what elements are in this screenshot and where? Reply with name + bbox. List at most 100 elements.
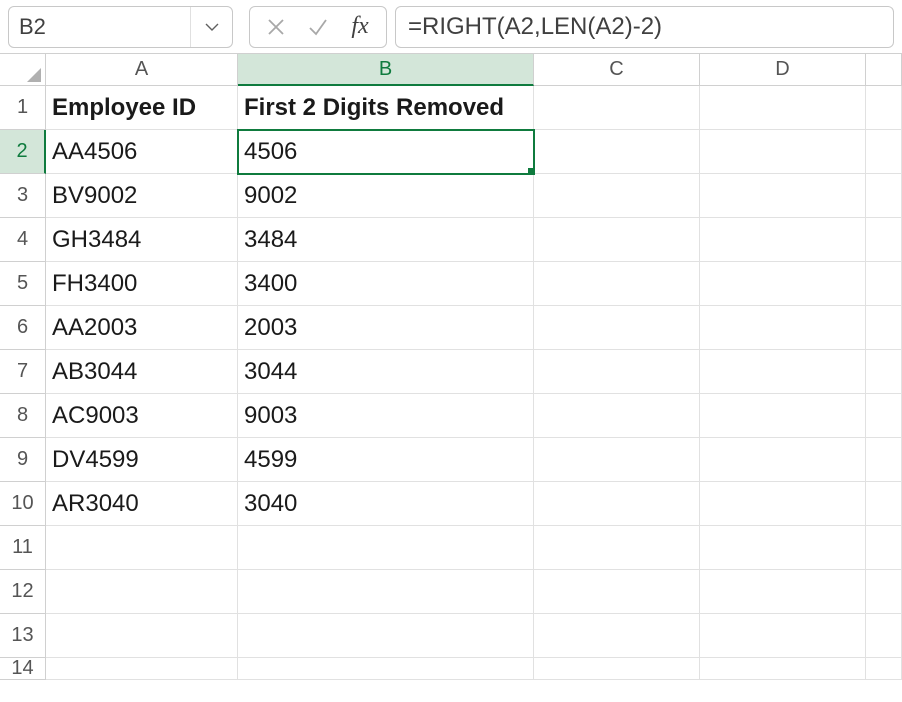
cell-D13[interactable] <box>700 614 866 658</box>
cell-B6[interactable]: 2003 <box>238 306 534 350</box>
cell-E7[interactable] <box>866 350 902 394</box>
cell-A1[interactable]: Employee ID <box>46 86 238 130</box>
cell-A11[interactable] <box>46 526 238 570</box>
row-header-3[interactable]: 3 <box>0 174 46 218</box>
cell-D3[interactable] <box>700 174 866 218</box>
cell-D10[interactable] <box>700 482 866 526</box>
fx-icon[interactable]: fx <box>342 9 378 45</box>
cell-C12[interactable] <box>534 570 700 614</box>
cell-B14[interactable] <box>238 658 534 680</box>
row-header-1[interactable]: 1 <box>0 86 46 130</box>
cell-B2[interactable]: 4506 <box>238 130 534 174</box>
row-header-14[interactable]: 14 <box>0 658 46 680</box>
cell-D14[interactable] <box>700 658 866 680</box>
cell-E9[interactable] <box>866 438 902 482</box>
row-header-5[interactable]: 5 <box>0 262 46 306</box>
name-box[interactable]: B2 <box>8 6 233 48</box>
cell-A10[interactable]: AR3040 <box>46 482 238 526</box>
cell-B7[interactable]: 3044 <box>238 350 534 394</box>
cell-B8[interactable]: 9003 <box>238 394 534 438</box>
cell-C5[interactable] <box>534 262 700 306</box>
row-header-11[interactable]: 11 <box>0 526 46 570</box>
cell-B1[interactable]: First 2 Digits Removed <box>238 86 534 130</box>
cell-D7[interactable] <box>700 350 866 394</box>
cell-D6[interactable] <box>700 306 866 350</box>
cell-D12[interactable] <box>700 570 866 614</box>
cell-C8[interactable] <box>534 394 700 438</box>
row-header-12[interactable]: 12 <box>0 570 46 614</box>
row-header-9[interactable]: 9 <box>0 438 46 482</box>
cell-D1[interactable] <box>700 86 866 130</box>
column-header-B[interactable]: B <box>238 54 534 86</box>
cell-B12[interactable] <box>238 570 534 614</box>
chevron-down-icon[interactable] <box>190 7 232 47</box>
cell-D8[interactable] <box>700 394 866 438</box>
cell-C7[interactable] <box>534 350 700 394</box>
cell-A13[interactable] <box>46 614 238 658</box>
cell-E11[interactable] <box>866 526 902 570</box>
cell-D5[interactable] <box>700 262 866 306</box>
row-header-10[interactable]: 10 <box>0 482 46 526</box>
cell-A9[interactable]: DV4599 <box>46 438 238 482</box>
cell-B4[interactable]: 3484 <box>238 218 534 262</box>
cancel-icon[interactable] <box>258 9 294 45</box>
row-header-8[interactable]: 8 <box>0 394 46 438</box>
cell-E5[interactable] <box>866 262 902 306</box>
column-header-A[interactable]: A <box>46 54 238 86</box>
cell-C13[interactable] <box>534 614 700 658</box>
cell-C1[interactable] <box>534 86 700 130</box>
cell-C6[interactable] <box>534 306 700 350</box>
cell-E1[interactable] <box>866 86 902 130</box>
cell-E6[interactable] <box>866 306 902 350</box>
row-header-7[interactable]: 7 <box>0 350 46 394</box>
cell-E13[interactable] <box>866 614 902 658</box>
cell-B5[interactable]: 3400 <box>238 262 534 306</box>
cell-A4[interactable]: GH3484 <box>46 218 238 262</box>
cell-D9[interactable] <box>700 438 866 482</box>
cell-D4[interactable] <box>700 218 866 262</box>
cell-E14[interactable] <box>866 658 902 680</box>
cell-E8[interactable] <box>866 394 902 438</box>
row-header-6[interactable]: 6 <box>0 306 46 350</box>
cell-C10[interactable] <box>534 482 700 526</box>
cell-A12[interactable] <box>46 570 238 614</box>
cell-C9[interactable] <box>534 438 700 482</box>
row-header-4[interactable]: 4 <box>0 218 46 262</box>
cell-E12[interactable] <box>866 570 902 614</box>
cell-C4[interactable] <box>534 218 700 262</box>
cell-A7[interactable]: AB3044 <box>46 350 238 394</box>
cell-E3[interactable] <box>866 174 902 218</box>
column-header-D[interactable]: D <box>700 54 866 86</box>
cell-B10[interactable]: 3040 <box>238 482 534 526</box>
column-header-extra[interactable] <box>866 54 902 86</box>
select-all-corner[interactable] <box>0 54 46 86</box>
cell-D2[interactable] <box>700 130 866 174</box>
column-header-C[interactable]: C <box>534 54 700 86</box>
cell-A5[interactable]: FH3400 <box>46 262 238 306</box>
cell-B11[interactable] <box>238 526 534 570</box>
cell-E4[interactable] <box>866 218 902 262</box>
cell-B13[interactable] <box>238 614 534 658</box>
table-row: 14 <box>0 658 902 680</box>
cell-A2[interactable]: AA4506 <box>46 130 238 174</box>
cell-A14[interactable] <box>46 658 238 680</box>
table-row: 4 GH3484 3484 <box>0 218 902 262</box>
cell-A6[interactable]: AA2003 <box>46 306 238 350</box>
cell-B3[interactable]: 9002 <box>238 174 534 218</box>
row-header-2[interactable]: 2 <box>0 130 46 174</box>
cell-C11[interactable] <box>534 526 700 570</box>
formula-input[interactable]: =RIGHT(A2,LEN(A2)-2) <box>395 6 894 48</box>
table-row: 13 <box>0 614 902 658</box>
cell-C3[interactable] <box>534 174 700 218</box>
table-row: 10 AR3040 3040 <box>0 482 902 526</box>
cell-C14[interactable] <box>534 658 700 680</box>
cell-C2[interactable] <box>534 130 700 174</box>
cell-A8[interactable]: AC9003 <box>46 394 238 438</box>
enter-icon[interactable] <box>300 9 336 45</box>
row-header-13[interactable]: 13 <box>0 614 46 658</box>
cell-B9[interactable]: 4599 <box>238 438 534 482</box>
cell-D11[interactable] <box>700 526 866 570</box>
cell-A3[interactable]: BV9002 <box>46 174 238 218</box>
cell-E2[interactable] <box>866 130 902 174</box>
cell-E10[interactable] <box>866 482 902 526</box>
